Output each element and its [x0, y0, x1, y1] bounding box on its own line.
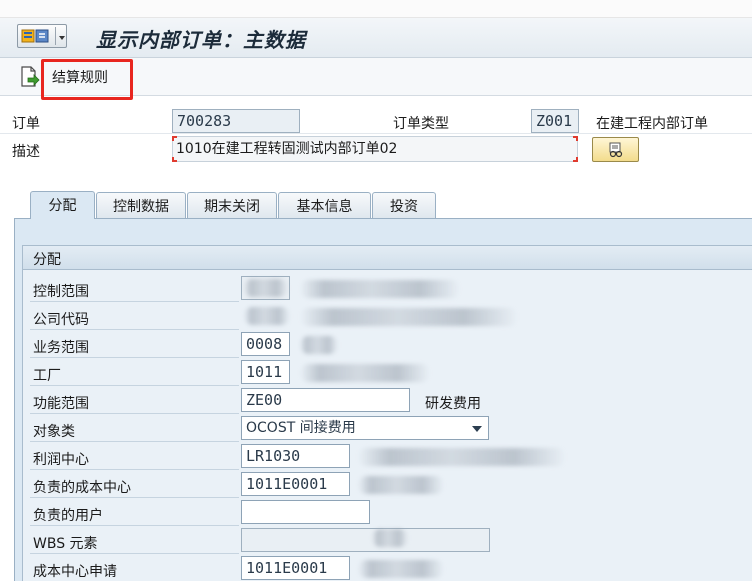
- redacted-text: [358, 448, 566, 466]
- functional-area-label: 功能范围: [33, 396, 89, 412]
- description-label: 描述: [12, 144, 40, 160]
- redacted-value: [244, 279, 288, 297]
- row-divider: [30, 357, 239, 358]
- business-area-field[interactable]: 0008: [241, 332, 290, 356]
- responsible-cost-center-label: 负责的成本中心: [33, 480, 131, 496]
- description-field[interactable]: 1010在建工程转固测试内部订单02: [172, 136, 578, 162]
- row-divider: [30, 497, 239, 498]
- row-divider: [30, 301, 239, 302]
- title-bar: 显示内部订单：主数据: [0, 18, 752, 58]
- row-divider: [30, 385, 239, 386]
- object-class-label: 对象类: [33, 424, 75, 440]
- profit-center-label: 利润中心: [33, 452, 89, 468]
- company-code-label: 公司代码: [33, 312, 89, 328]
- responsible-user-field[interactable]: [241, 500, 370, 524]
- redacted-text: [300, 280, 460, 298]
- redacted-text: [300, 364, 430, 382]
- row-divider: [30, 413, 239, 414]
- redacted-text: [372, 529, 408, 547]
- tab-assignment[interactable]: 分配: [30, 191, 95, 219]
- text-glasses-icon: [609, 142, 623, 158]
- required-corner-mark: [573, 136, 578, 141]
- order-type-label: 订单类型: [393, 116, 449, 132]
- page-title: 显示内部订单：主数据: [96, 28, 306, 52]
- row-divider: [30, 469, 239, 470]
- functional-area-field[interactable]: ZE00: [241, 388, 410, 412]
- functional-area-text: 研发费用: [425, 396, 481, 412]
- long-text-button[interactable]: [592, 137, 639, 162]
- plant-label: 工厂: [33, 368, 61, 384]
- tab-general-data[interactable]: 基本信息: [278, 192, 371, 218]
- caret-down-icon: [59, 36, 65, 40]
- row-divider: [30, 553, 239, 554]
- tab-investment[interactable]: 投资: [372, 192, 436, 218]
- order-type-text: 在建工程内部订单: [596, 116, 708, 132]
- application-toolbar: 结算规则: [0, 58, 752, 96]
- description-text: 1010在建工程转固测试内部订单02: [176, 141, 398, 157]
- order-label: 订单: [12, 116, 40, 132]
- wbs-element-field[interactable]: [241, 528, 490, 552]
- redacted-text: [358, 476, 444, 494]
- redacted-value: [244, 307, 290, 325]
- required-corner-mark: [172, 136, 177, 141]
- assignment-group-title: 分配: [23, 246, 752, 270]
- wbs-element-label: WBS 元素: [33, 536, 98, 552]
- responsible-cost-center-field[interactable]: 1011E0001: [241, 472, 350, 496]
- redacted-text: [300, 336, 338, 354]
- row-divider: [30, 329, 239, 330]
- tab-control-data[interactable]: 控制数据: [96, 192, 186, 218]
- order-type-field[interactable]: Z001: [531, 109, 579, 133]
- row-divider: [30, 441, 239, 442]
- order-number-field[interactable]: 700283: [172, 109, 300, 133]
- requesting-cost-center-field[interactable]: 1011E0001: [241, 556, 350, 580]
- object-class-dropdown[interactable]: OCOST 间接费用: [241, 416, 489, 440]
- redacted-text: [358, 560, 444, 578]
- plant-field[interactable]: 1011: [241, 360, 290, 384]
- settlement-rule-button[interactable]: 结算规则: [52, 67, 108, 87]
- header-row-divider: [0, 133, 752, 134]
- system-menu-button[interactable]: [17, 24, 67, 48]
- required-corner-mark: [573, 157, 578, 162]
- sap-menu-icon: [21, 29, 49, 43]
- controlling-area-label: 控制范围: [33, 284, 89, 300]
- tab-period-end-closing[interactable]: 期末关闭: [187, 192, 277, 218]
- row-divider: [30, 525, 239, 526]
- requesting-cost-center-label: 成本中心申请: [33, 564, 117, 580]
- responsible-user-label: 负责的用户: [33, 508, 103, 524]
- window-top-strip: [0, 0, 752, 18]
- document-arrow-icon[interactable]: [20, 66, 40, 88]
- business-area-label: 业务范围: [33, 340, 89, 356]
- menu-separator: [55, 27, 56, 45]
- required-corner-mark: [172, 157, 177, 162]
- dropdown-arrow-icon[interactable]: [472, 426, 482, 432]
- object-class-value: OCOST 间接费用: [246, 420, 356, 436]
- profit-center-field[interactable]: LR1030: [241, 444, 350, 468]
- redacted-text: [300, 308, 518, 326]
